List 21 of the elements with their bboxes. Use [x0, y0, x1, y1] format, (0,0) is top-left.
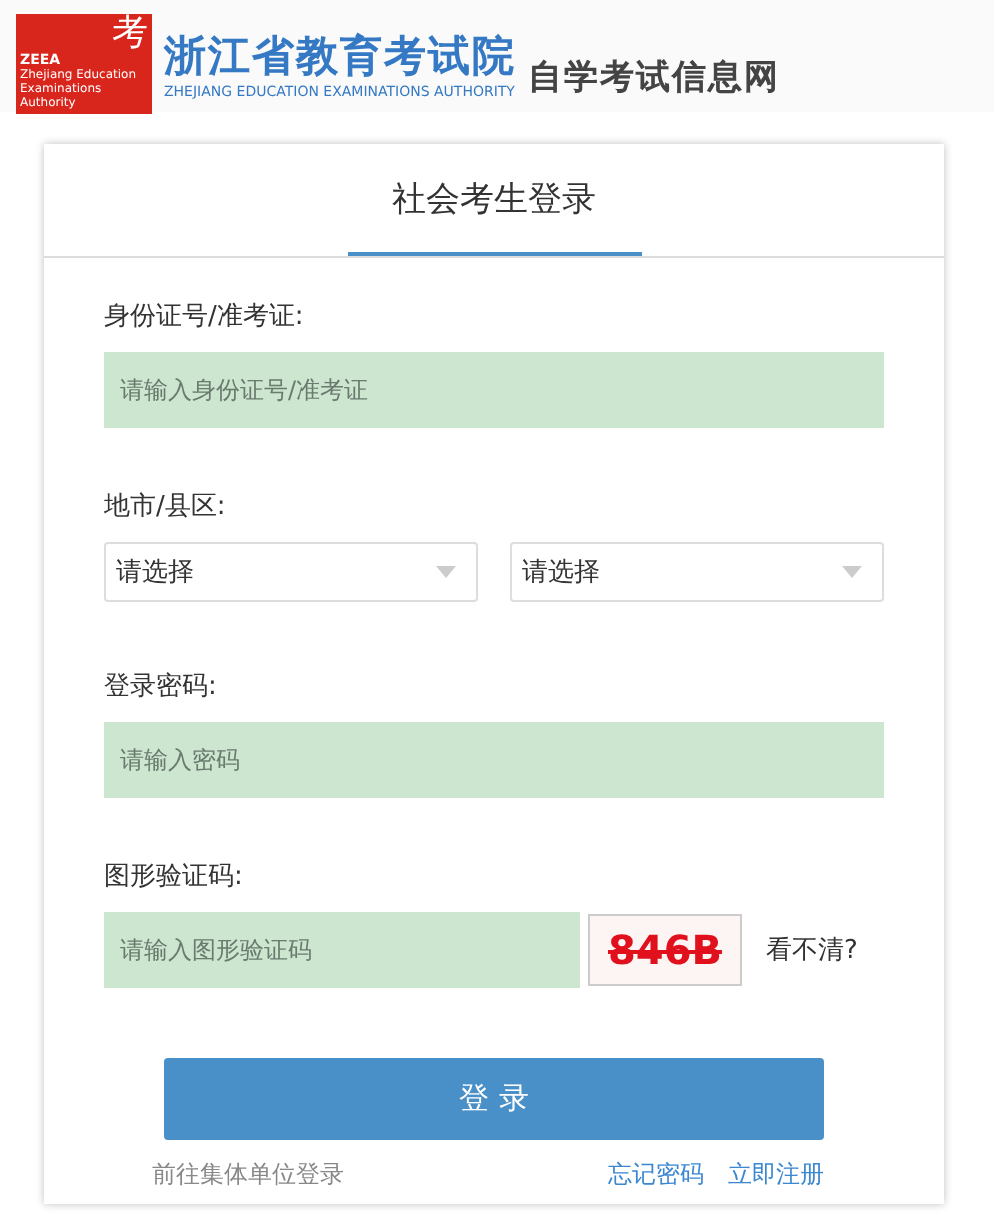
group-login-link[interactable]: 前往集体单位登录 [152, 1158, 344, 1192]
captcha-field[interactable]: 请输入图形验证码 [104, 912, 580, 988]
field-label: 地市/县区: [104, 490, 228, 524]
password-field[interactable]: 请输入密码 [104, 722, 884, 798]
field-label: 身份证号/准考证: [104, 300, 306, 334]
logo-mark: 考 [112, 16, 148, 52]
field-label: 图形验证码: [104, 860, 245, 894]
id-field[interactable]: 请输入身份证号/准考证 [104, 352, 884, 428]
site-title: 浙江省教育考试院 [164, 27, 516, 83]
captcha-image[interactable]: 846B [588, 914, 742, 986]
login-button[interactable]: 登 录 [164, 1058, 824, 1140]
refresh-link[interactable]: 看不清? [766, 932, 858, 968]
field-label: 登录密码: [104, 670, 219, 704]
forgot-password-link[interactable]: 忘记密码 [608, 1158, 704, 1192]
caret-icon [436, 566, 456, 578]
region-select[interactable]: 请选择 [104, 542, 478, 602]
site-name: 自学考试信息网 [528, 55, 780, 99]
region-select[interactable]: 请选择 [510, 542, 884, 602]
register-link[interactable]: 立即注册 [728, 1158, 824, 1192]
login-tab[interactable]: 社会考生登录 [347, 144, 641, 256]
caret-icon [842, 566, 862, 578]
